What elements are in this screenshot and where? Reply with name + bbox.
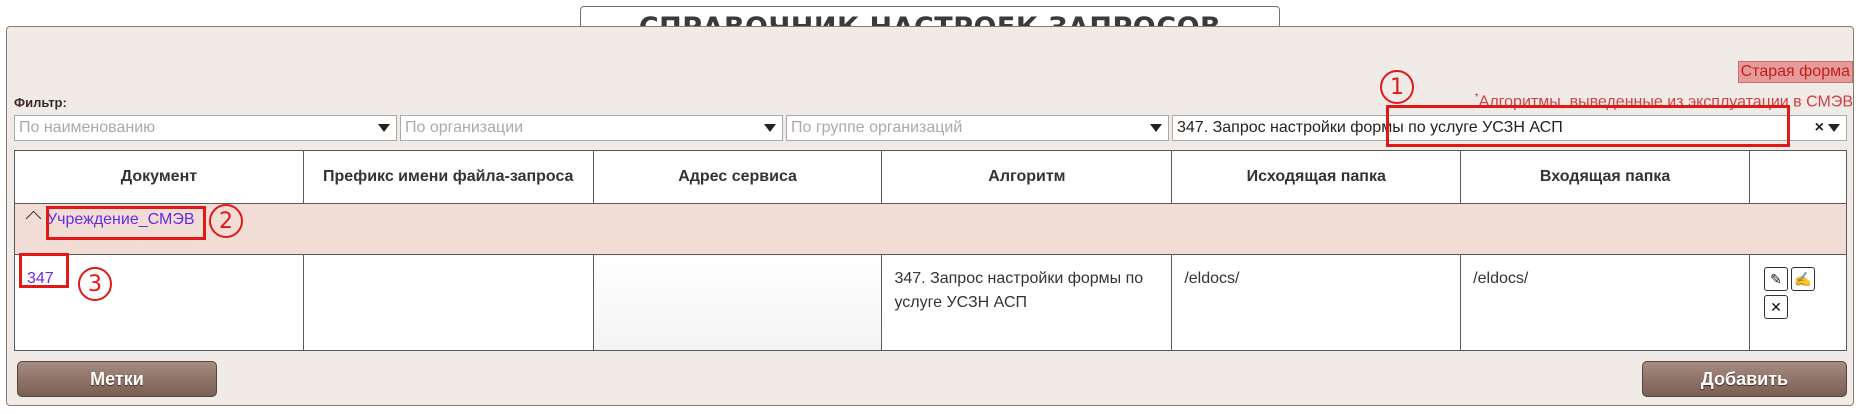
annotation-marker-1: 1 — [1380, 70, 1414, 104]
column-header-in-folder[interactable]: Входящая папка — [1460, 150, 1750, 204]
cell-algorithm: 347. Запрос настройки формы по услуге УС… — [881, 254, 1173, 351]
name-filter-placeholder: По наименованию — [19, 119, 156, 136]
table-header-row: Документ Префикс имени файла-запроса Адр… — [14, 150, 1847, 204]
filter-label: Фильтр: — [14, 95, 67, 110]
column-header-algorithm[interactable]: Алгоритм — [881, 150, 1173, 204]
labels-button[interactable]: Метки — [17, 361, 217, 397]
notes-icon[interactable]: ✍ — [1791, 267, 1815, 291]
add-button[interactable]: Добавить — [1642, 361, 1847, 397]
name-filter-select[interactable]: По наименованию — [14, 115, 397, 141]
annotation-box-1 — [1386, 105, 1790, 147]
chevron-down-icon[interactable] — [378, 124, 390, 132]
edit-icon[interactable]: ✎ — [1764, 267, 1788, 291]
column-header-document[interactable]: Документ — [14, 150, 304, 204]
cell-out-folder: /eldocs/ — [1171, 254, 1462, 351]
cell-actions: ✎ ✍ ✕ — [1749, 254, 1847, 351]
group-cell: Учреждение_СМЭВ — [14, 203, 1847, 255]
old-form-button[interactable]: Старая форма — [1737, 61, 1853, 83]
chevron-down-icon[interactable] — [1150, 124, 1162, 132]
chevron-down-icon[interactable] — [764, 124, 776, 132]
cell-prefix — [302, 254, 594, 351]
cell-in-folder: /eldocs/ — [1460, 254, 1750, 351]
annotation-box-3 — [19, 253, 69, 288]
table-row: 347 347. Запрос настройки формы по услуг… — [14, 254, 1847, 351]
org-filter-select[interactable]: По организации — [400, 115, 783, 141]
annotation-box-2 — [46, 206, 206, 240]
annotation-marker-3: 3 — [78, 267, 112, 301]
group-row: Учреждение_СМЭВ — [14, 203, 1847, 255]
column-header-actions — [1749, 150, 1847, 204]
column-header-service[interactable]: Адрес сервиса — [592, 150, 883, 204]
settings-table: Документ Префикс имени файла-запроса Адр… — [14, 150, 1847, 351]
delete-icon[interactable]: ✕ — [1764, 295, 1788, 319]
column-header-prefix[interactable]: Префикс имени файла-запроса — [302, 150, 594, 204]
column-header-out-folder[interactable]: Исходящая папка — [1171, 150, 1462, 204]
clear-icon[interactable]: × — [1815, 119, 1824, 137]
cell-service — [592, 254, 883, 351]
chevron-up-icon[interactable] — [25, 210, 42, 227]
group-filter-placeholder: По группе организаций — [791, 119, 963, 136]
chevron-down-icon[interactable] — [1828, 124, 1840, 132]
group-filter-select[interactable]: По группе организаций — [786, 115, 1169, 141]
annotation-marker-2: 2 — [209, 204, 243, 238]
org-filter-placeholder: По организации — [405, 119, 524, 136]
